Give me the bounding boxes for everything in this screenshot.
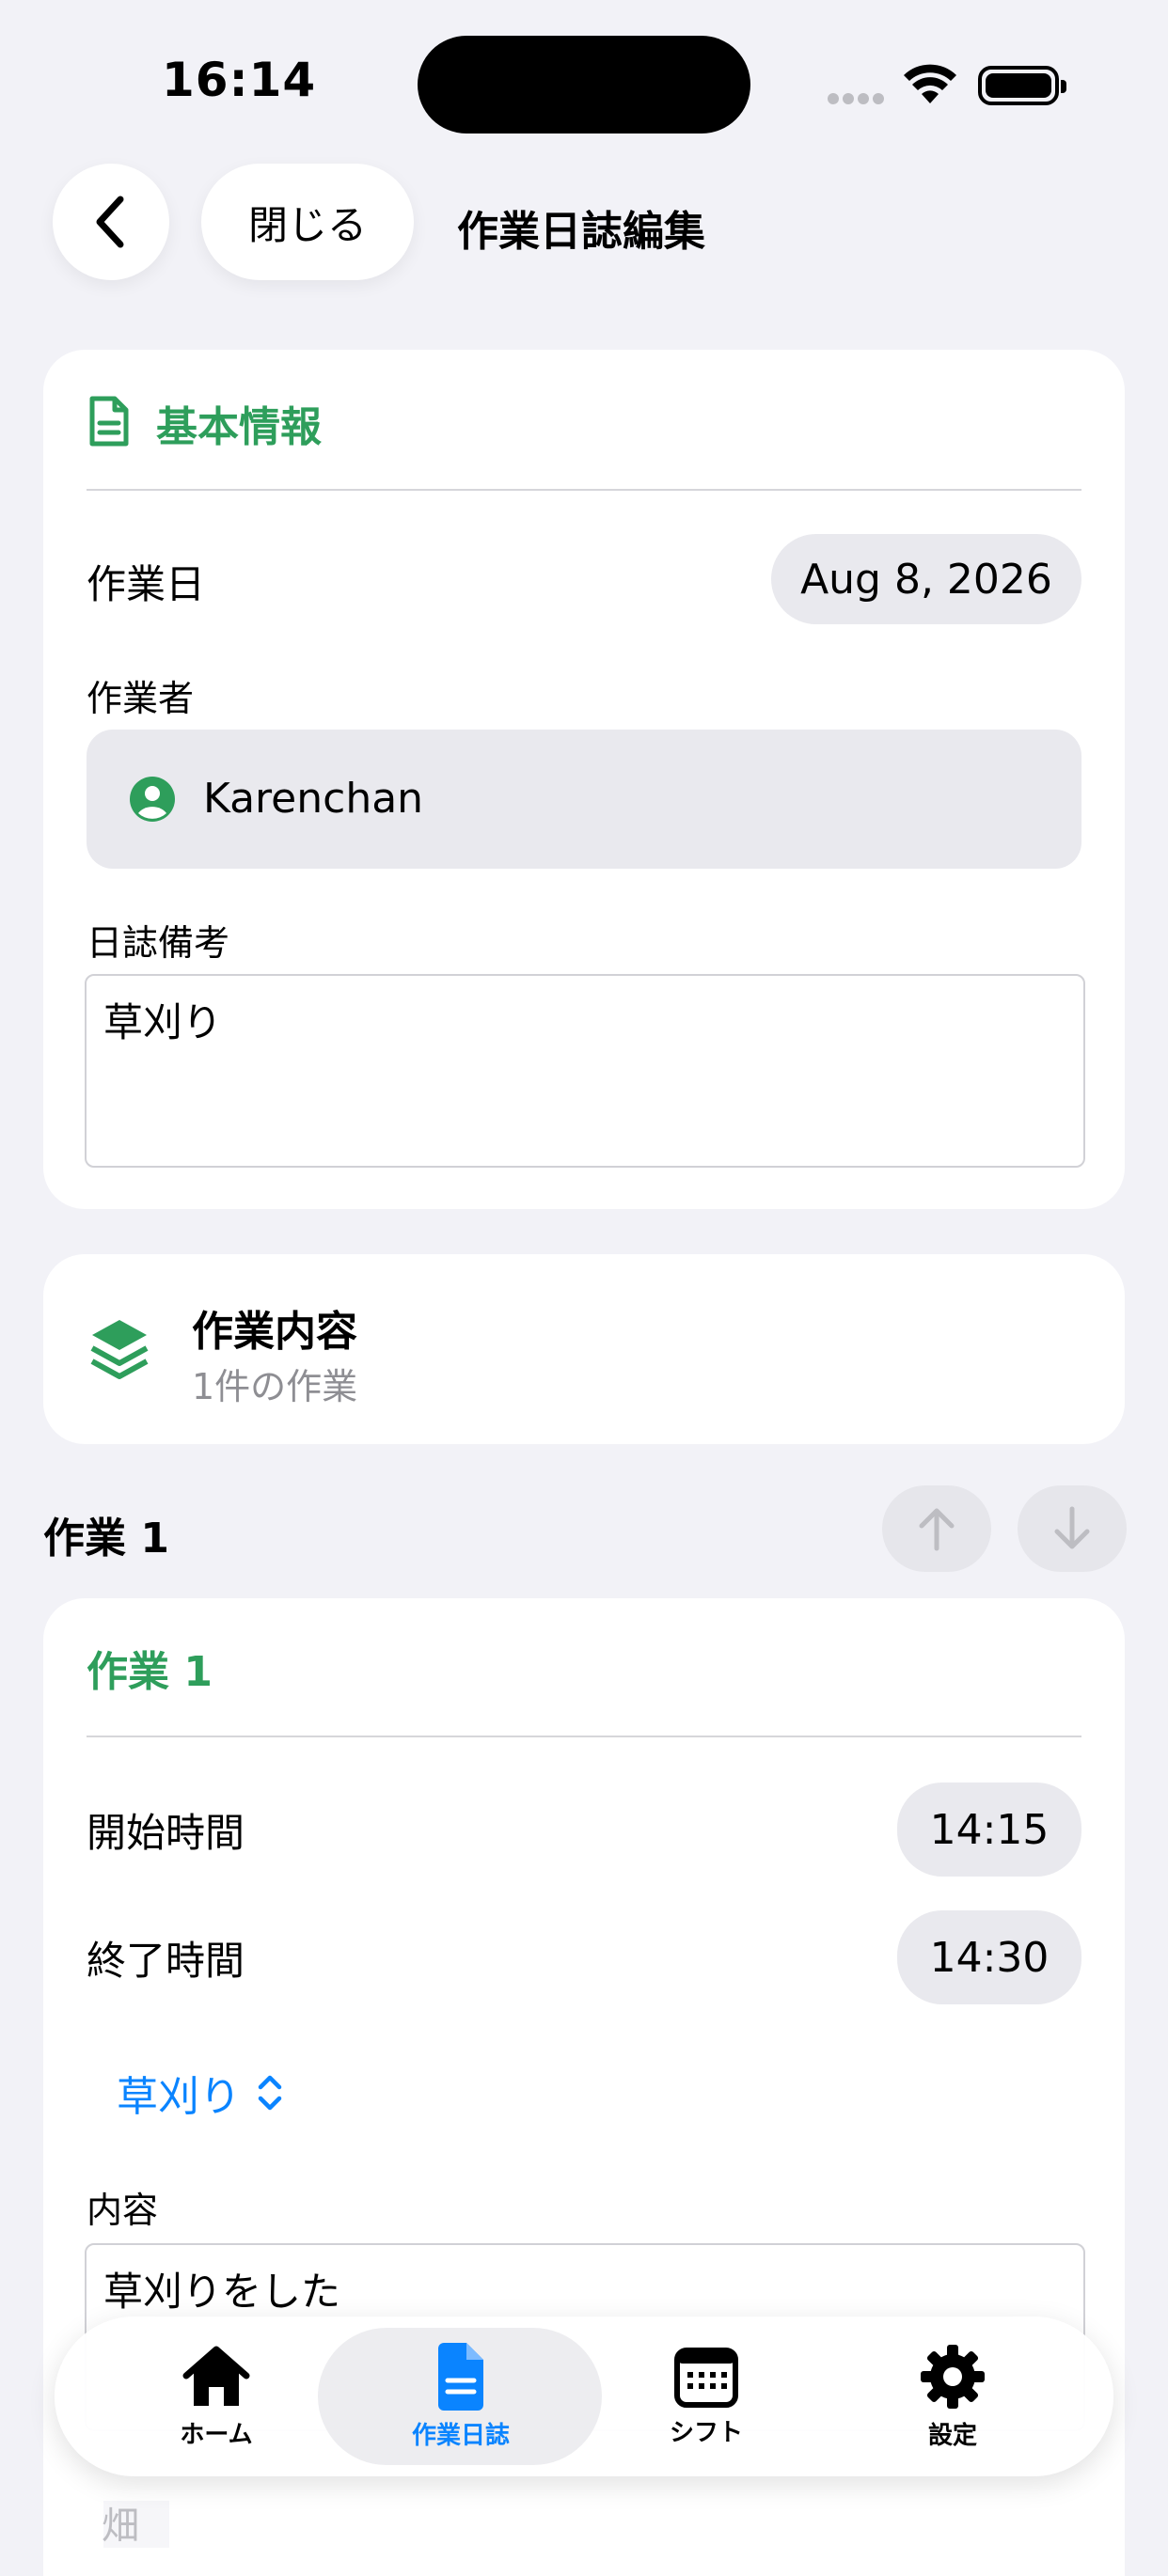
dynamic-island [418, 36, 750, 134]
divider [87, 1736, 1081, 1737]
divider [87, 489, 1081, 491]
arrow-down-icon [1054, 1506, 1090, 1549]
document-icon [438, 2342, 483, 2411]
tab-home-label: ホーム [180, 2420, 253, 2449]
memo-textarea[interactable]: 草刈り [85, 974, 1085, 1168]
gear-icon [921, 2344, 985, 2409]
calendar-icon [674, 2347, 738, 2408]
work-type-menu[interactable]: 草刈り [117, 2063, 284, 2123]
worker-name: Karenchan [203, 775, 424, 823]
house-icon [182, 2346, 250, 2406]
close-button[interactable]: 閉じる [201, 164, 414, 280]
tab-work-log[interactable]: 作業日誌 [324, 2317, 598, 2476]
tab-work-log-label: 作業日誌 [411, 2421, 510, 2450]
work-date-label: 作業日 [87, 561, 206, 607]
tab-bar: ホーム 作業日誌 シフト 設定 [55, 2317, 1113, 2476]
move-down-button[interactable] [1018, 1485, 1127, 1572]
work-type-value: 草刈り [117, 2073, 241, 2121]
person-circle-icon [130, 777, 175, 822]
document-icon [89, 396, 129, 447]
cellular-signal-icon [828, 90, 888, 108]
work-summary-title: 作業内容 [192, 1308, 357, 1356]
basic-info-card: 基本情報 作業日 Aug 8, 2026 作業者 Karenchan 日誌備考 … [43, 350, 1125, 1209]
tab-home[interactable]: ホーム [109, 2317, 324, 2476]
end-time-label: 終了時間 [87, 1938, 245, 1984]
work-date-picker[interactable]: Aug 8, 2026 [771, 534, 1081, 624]
hidden-field-label: 畑 [102, 2505, 139, 2548]
start-time-label: 開始時間 [87, 1810, 245, 1856]
move-up-button[interactable] [882, 1485, 991, 1572]
tab-shift[interactable]: シフト [598, 2317, 814, 2476]
arrow-up-icon [919, 1508, 955, 1551]
basic-info-title: 基本情報 [156, 403, 322, 451]
wifi-icon [904, 64, 956, 103]
work-item-title: 作業 1 [87, 1648, 213, 1696]
status-time: 16:14 [162, 53, 317, 107]
end-time-picker[interactable]: 14:30 [897, 1910, 1081, 2004]
worker-field[interactable]: Karenchan [87, 730, 1081, 869]
page-title: 作業日誌編集 [457, 208, 705, 256]
chevron-left-icon [96, 196, 124, 248]
back-button[interactable] [53, 164, 169, 280]
battery-icon [978, 66, 1066, 105]
work-item-header: 作業 1 [43, 1515, 169, 1563]
work-summary-subtitle: 1件の作業 [192, 1366, 358, 1407]
worker-label: 作業者 [87, 678, 195, 719]
chevron-up-down-icon [258, 2075, 282, 2111]
work-summary-card: 作業内容 1件の作業 [43, 1254, 1125, 1444]
content-label: 内容 [87, 2190, 159, 2231]
tab-settings-label: 設定 [927, 2421, 977, 2450]
memo-label: 日誌備考 [87, 922, 230, 964]
tab-settings[interactable]: 設定 [844, 2317, 1061, 2476]
start-time-picker[interactable]: 14:15 [897, 1783, 1081, 1877]
tab-shift-label: シフト [669, 2418, 743, 2447]
layers-icon [90, 1320, 149, 1379]
